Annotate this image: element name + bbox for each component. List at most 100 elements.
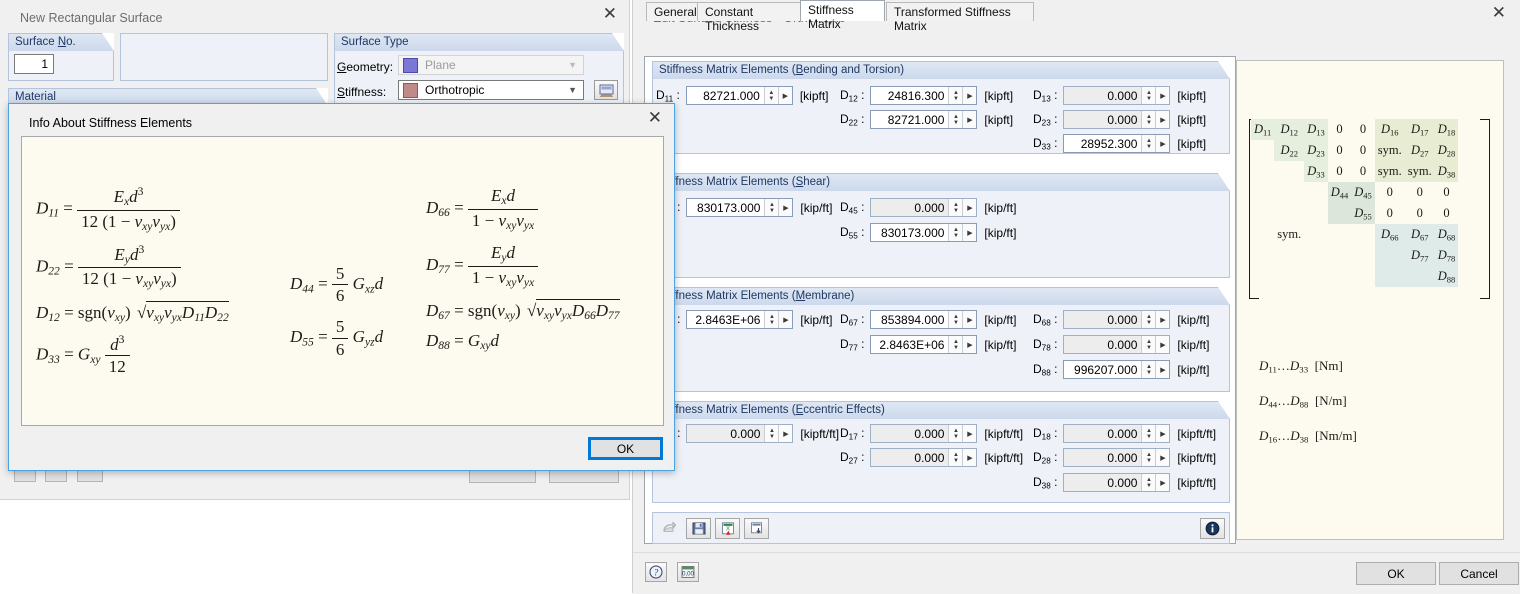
more-d77[interactable]: ▶ bbox=[962, 336, 977, 353]
export-table-icon-button[interactable] bbox=[744, 518, 769, 539]
formula-d67: D67 = sgn(νxy) √νxyνyxD66D77 bbox=[426, 298, 620, 323]
close-icon[interactable]: ✕ bbox=[1492, 4, 1506, 21]
spinner-d28[interactable]: ▲ ▼ bbox=[1141, 449, 1156, 466]
label-d13: D13 : bbox=[1033, 87, 1058, 104]
input-d11[interactable]: 82721.000 ▲ ▼ ▶ bbox=[685, 86, 793, 105]
more-d28[interactable]: ▶ bbox=[1155, 449, 1170, 466]
more-d45[interactable]: ▶ bbox=[962, 199, 977, 216]
units-icon-button[interactable]: 0,00 bbox=[677, 562, 699, 582]
more-d67[interactable]: ▶ bbox=[962, 311, 977, 328]
spinner-d77[interactable]: ▲ ▼ bbox=[948, 336, 963, 353]
left-window-title: New Rectangular Surface bbox=[20, 11, 163, 25]
help-icon-button[interactable]: ? bbox=[645, 562, 667, 582]
spinner-d67[interactable]: ▲ ▼ bbox=[948, 311, 963, 328]
unit-d18: [kipft/ft] bbox=[1177, 426, 1217, 441]
input-d38[interactable]: 0.000 ▲ ▼ ▶ bbox=[1063, 473, 1171, 492]
input-d22[interactable]: 82721.000 ▲ ▼ ▶ bbox=[870, 110, 978, 129]
close-icon[interactable]: ✕ bbox=[603, 5, 617, 22]
input-d77[interactable]: 2.8463E+06 ▲ ▼ ▶ bbox=[870, 335, 978, 354]
more-d66[interactable]: ▶ bbox=[778, 311, 793, 328]
input-d45[interactable]: 0.000 ▲ ▼ ▶ bbox=[870, 198, 978, 217]
input-d67[interactable]: 853894.000 ▲ ▼ ▶ bbox=[870, 310, 978, 329]
spinner-d45[interactable]: ▲ ▼ bbox=[948, 199, 963, 216]
more-d38[interactable]: ▶ bbox=[1155, 474, 1170, 491]
input-d18[interactable]: 0.000 ▲ ▼ ▶ bbox=[1063, 424, 1171, 443]
input-d28[interactable]: 0.000 ▲ ▼ ▶ bbox=[1063, 448, 1171, 467]
input-d17[interactable]: 0.000 ▲ ▼ ▶ bbox=[870, 424, 978, 443]
panel-mini-toolbar: X bbox=[652, 512, 1230, 544]
input-d44[interactable]: 830173.000 ▲ ▼ ▶ bbox=[686, 198, 794, 217]
edit-stiffness-icon-button[interactable] bbox=[594, 80, 618, 100]
input-d55[interactable]: 830173.000 ▲ ▼ ▶ bbox=[870, 223, 978, 242]
input-d33-value: 28952.300 bbox=[1080, 137, 1138, 151]
ok-button[interactable]: OK bbox=[1356, 562, 1436, 585]
cell-r6c5 bbox=[1351, 224, 1375, 245]
tab-transformed-stiffness-matrix[interactable]: Transformed Stiffness Matrix bbox=[886, 2, 1034, 33]
input-d13-value: 0.000 bbox=[1107, 89, 1138, 103]
more-d12[interactable]: ▶ bbox=[962, 87, 977, 104]
chevron-down-icon: ▼ bbox=[568, 85, 577, 95]
cell-d68: D68 bbox=[1434, 224, 1459, 245]
more-d55[interactable]: ▶ bbox=[962, 224, 977, 241]
more-d27[interactable]: ▶ bbox=[962, 449, 977, 466]
spinner-d16[interactable]: ▲ ▼ bbox=[764, 425, 779, 442]
tab-stiffness-matrix[interactable]: Stiffness Matrix bbox=[800, 0, 885, 31]
close-icon[interactable]: ✕ bbox=[648, 109, 662, 126]
formula-d44: D44 = 56 Gxzd bbox=[290, 264, 384, 306]
input-d12[interactable]: 24816.300 ▲ ▼ ▶ bbox=[870, 86, 978, 105]
more-d44[interactable]: ▶ bbox=[778, 199, 793, 216]
save-icon-button[interactable] bbox=[686, 518, 711, 539]
import-icon-button[interactable] bbox=[657, 518, 682, 539]
geometry-combo[interactable]: Plane ▼ bbox=[398, 55, 584, 75]
export-excel-icon-button[interactable]: X bbox=[715, 518, 740, 539]
input-d13[interactable]: 0.000 ▲ ▼ ▶ bbox=[1063, 86, 1171, 105]
input-d16[interactable]: 0.000 ▲ ▼ ▶ bbox=[686, 424, 794, 443]
input-d66[interactable]: 2.8463E+06 ▲ ▼ ▶ bbox=[686, 310, 794, 329]
cell-r4c7: 0 bbox=[1416, 185, 1423, 199]
spinner-d38[interactable]: ▲ ▼ bbox=[1141, 474, 1156, 491]
more-d22[interactable]: ▶ bbox=[962, 111, 977, 128]
geometry-color-swatch bbox=[403, 57, 418, 73]
input-d88[interactable]: 996207.000 ▲ ▼ ▶ bbox=[1063, 360, 1171, 379]
more-d11[interactable]: ▶ bbox=[777, 87, 792, 104]
input-d33[interactable]: 28952.300 ▲ ▼ ▶ bbox=[1063, 134, 1171, 153]
spinner-d27[interactable]: ▲ ▼ bbox=[948, 449, 963, 466]
spinner-d18[interactable]: ▲ ▼ bbox=[1141, 425, 1156, 442]
spinner-d23[interactable]: ▲ ▼ bbox=[1141, 111, 1156, 128]
spinner-d66[interactable]: ▲ ▼ bbox=[764, 311, 779, 328]
input-d23[interactable]: 0.000 ▲ ▼ ▶ bbox=[1063, 110, 1171, 129]
more-d88[interactable]: ▶ bbox=[1155, 361, 1170, 378]
more-d17[interactable]: ▶ bbox=[962, 425, 977, 442]
surface-no-input[interactable]: 1 bbox=[14, 54, 54, 74]
spinner-d55[interactable]: ▲ ▼ bbox=[948, 224, 963, 241]
cancel-button[interactable]: Cancel bbox=[1439, 562, 1519, 585]
svg-text:0,00: 0,00 bbox=[682, 572, 694, 578]
stiffness-combo[interactable]: Orthotropic ▼ bbox=[398, 80, 584, 100]
more-d78[interactable]: ▶ bbox=[1155, 336, 1170, 353]
spinner-d44[interactable]: ▲ ▼ bbox=[764, 199, 779, 216]
spinner-d68[interactable]: ▲ ▼ bbox=[1141, 311, 1156, 328]
info-icon-button[interactable] bbox=[1200, 518, 1225, 539]
spinner-d78[interactable]: ▲ ▼ bbox=[1141, 336, 1156, 353]
input-d68[interactable]: 0.000 ▲ ▼ ▶ bbox=[1063, 310, 1171, 329]
more-d13[interactable]: ▶ bbox=[1155, 87, 1170, 104]
tab-constant-thickness[interactable]: Constant Thickness bbox=[697, 2, 813, 33]
geometry-value: Plane bbox=[425, 58, 456, 72]
spinner-d33[interactable]: ▲ ▼ bbox=[1141, 135, 1156, 152]
spinner-d17[interactable]: ▲ ▼ bbox=[948, 425, 963, 442]
spinner-d88[interactable]: ▲ ▼ bbox=[1141, 361, 1156, 378]
spinner-d11[interactable]: ▲ ▼ bbox=[763, 87, 778, 104]
spinner-d22[interactable]: ▲ ▼ bbox=[948, 111, 963, 128]
info-dialog-ok-button[interactable]: OK bbox=[588, 437, 663, 460]
more-d18[interactable]: ▶ bbox=[1155, 425, 1170, 442]
input-d78[interactable]: 0.000 ▲ ▼ ▶ bbox=[1063, 335, 1171, 354]
more-d23[interactable]: ▶ bbox=[1155, 111, 1170, 128]
more-d68[interactable]: ▶ bbox=[1155, 311, 1170, 328]
surface-no-spacer-group bbox=[120, 33, 328, 81]
input-d27[interactable]: 0.000 ▲ ▼ ▶ bbox=[870, 448, 978, 467]
spinner-d12[interactable]: ▲ ▼ bbox=[948, 87, 963, 104]
more-d33[interactable]: ▶ bbox=[1155, 135, 1170, 152]
formula-d88: D88 = Gxyd bbox=[426, 331, 499, 353]
more-d16[interactable]: ▶ bbox=[778, 425, 793, 442]
spinner-d13[interactable]: ▲ ▼ bbox=[1141, 87, 1156, 104]
